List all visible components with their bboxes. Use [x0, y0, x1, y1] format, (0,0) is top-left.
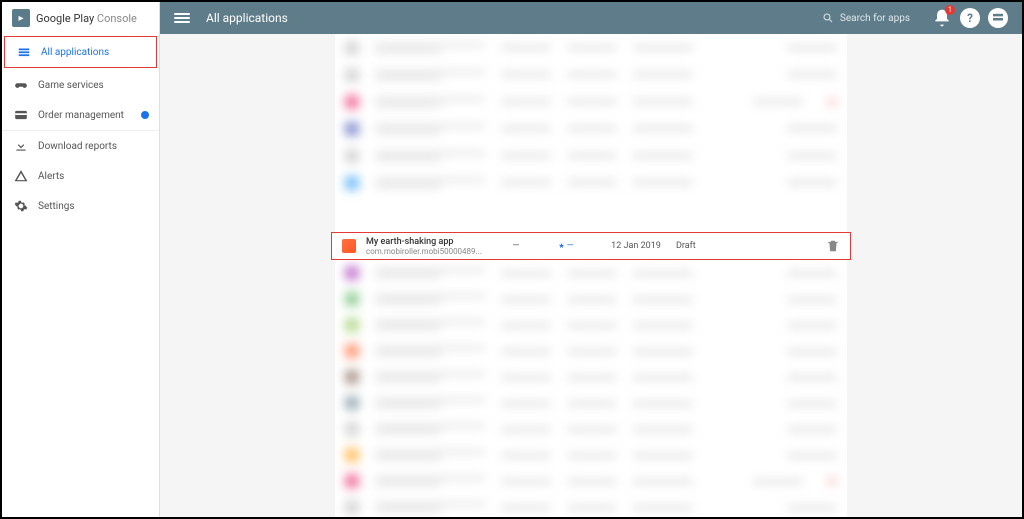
brand-title: Google Play Console: [36, 12, 137, 25]
brand-suffix: Console: [97, 12, 137, 25]
notifications-button[interactable]: 1: [932, 8, 952, 28]
help-button[interactable]: ?: [960, 8, 980, 28]
sidebar-item-all-applications[interactable]: All applications: [4, 36, 157, 68]
gamepad-icon: [14, 78, 28, 92]
status-cell: Draft: [676, 241, 746, 251]
app-list-panel: My earth-shaking app com.mobiroller.mobi…: [335, 34, 847, 517]
svg-text:?: ?: [967, 11, 973, 25]
sidebar-item-settings[interactable]: Settings: [2, 191, 159, 221]
apps-icon: [17, 45, 31, 59]
search-icon: [822, 12, 834, 24]
sidebar-item-label: Order management: [38, 110, 124, 121]
menu-icon[interactable]: [174, 10, 190, 26]
installs-cell: —: [496, 241, 536, 251]
sidebar-item-label: Game services: [38, 80, 104, 91]
blurred-rows-top: [335, 34, 847, 234]
sidebar-item-label: Settings: [38, 201, 75, 212]
content: My earth-shaking app com.mobiroller.mobi…: [160, 34, 1022, 517]
sidebar-item-alerts[interactable]: Alerts: [2, 161, 159, 191]
play-console-logo-icon: [12, 9, 30, 27]
sidebar-item-download-reports[interactable]: Download reports: [2, 131, 159, 161]
search-input[interactable]: Search for apps: [822, 12, 910, 24]
sidebar-item-order-management[interactable]: Order management: [2, 100, 159, 130]
sidebar-item-label: All applications: [41, 47, 109, 58]
app-row-focused[interactable]: My earth-shaking app com.mobiroller.mobi…: [331, 232, 851, 260]
sidebar-header: Google Play Console: [2, 2, 159, 34]
rating-cell: —: [536, 241, 596, 251]
sidebar-item-game-services[interactable]: Game services: [2, 70, 159, 100]
search-placeholder: Search for apps: [840, 13, 910, 24]
notification-badge: 1: [945, 5, 955, 15]
main: All applications Search for apps 1 ?: [160, 2, 1022, 517]
sidebar: Google Play Console All applications Gam…: [2, 2, 160, 517]
sidebar-item-label: Alerts: [38, 171, 64, 182]
delete-button[interactable]: [826, 239, 840, 253]
app-name: My earth-shaking app: [366, 237, 496, 247]
account-button[interactable]: [988, 8, 1008, 28]
app-package: com.mobiroller.mobi50000489...: [366, 247, 496, 256]
app-name-cell: My earth-shaking app com.mobiroller.mobi…: [366, 237, 496, 256]
topbar: All applications Search for apps 1 ?: [160, 2, 1022, 34]
badge-icon: [141, 111, 149, 119]
blurred-rows-bottom: [335, 260, 847, 517]
alert-icon: [14, 169, 28, 183]
gear-icon: [14, 199, 28, 213]
brand-name: Google Play: [36, 12, 94, 25]
sidebar-item-label: Download reports: [38, 141, 117, 152]
updated-cell: 12 Jan 2019: [596, 241, 676, 251]
page-title: All applications: [206, 11, 288, 25]
download-icon: [14, 139, 28, 153]
app-icon: [342, 239, 356, 253]
card-icon: [14, 108, 28, 122]
